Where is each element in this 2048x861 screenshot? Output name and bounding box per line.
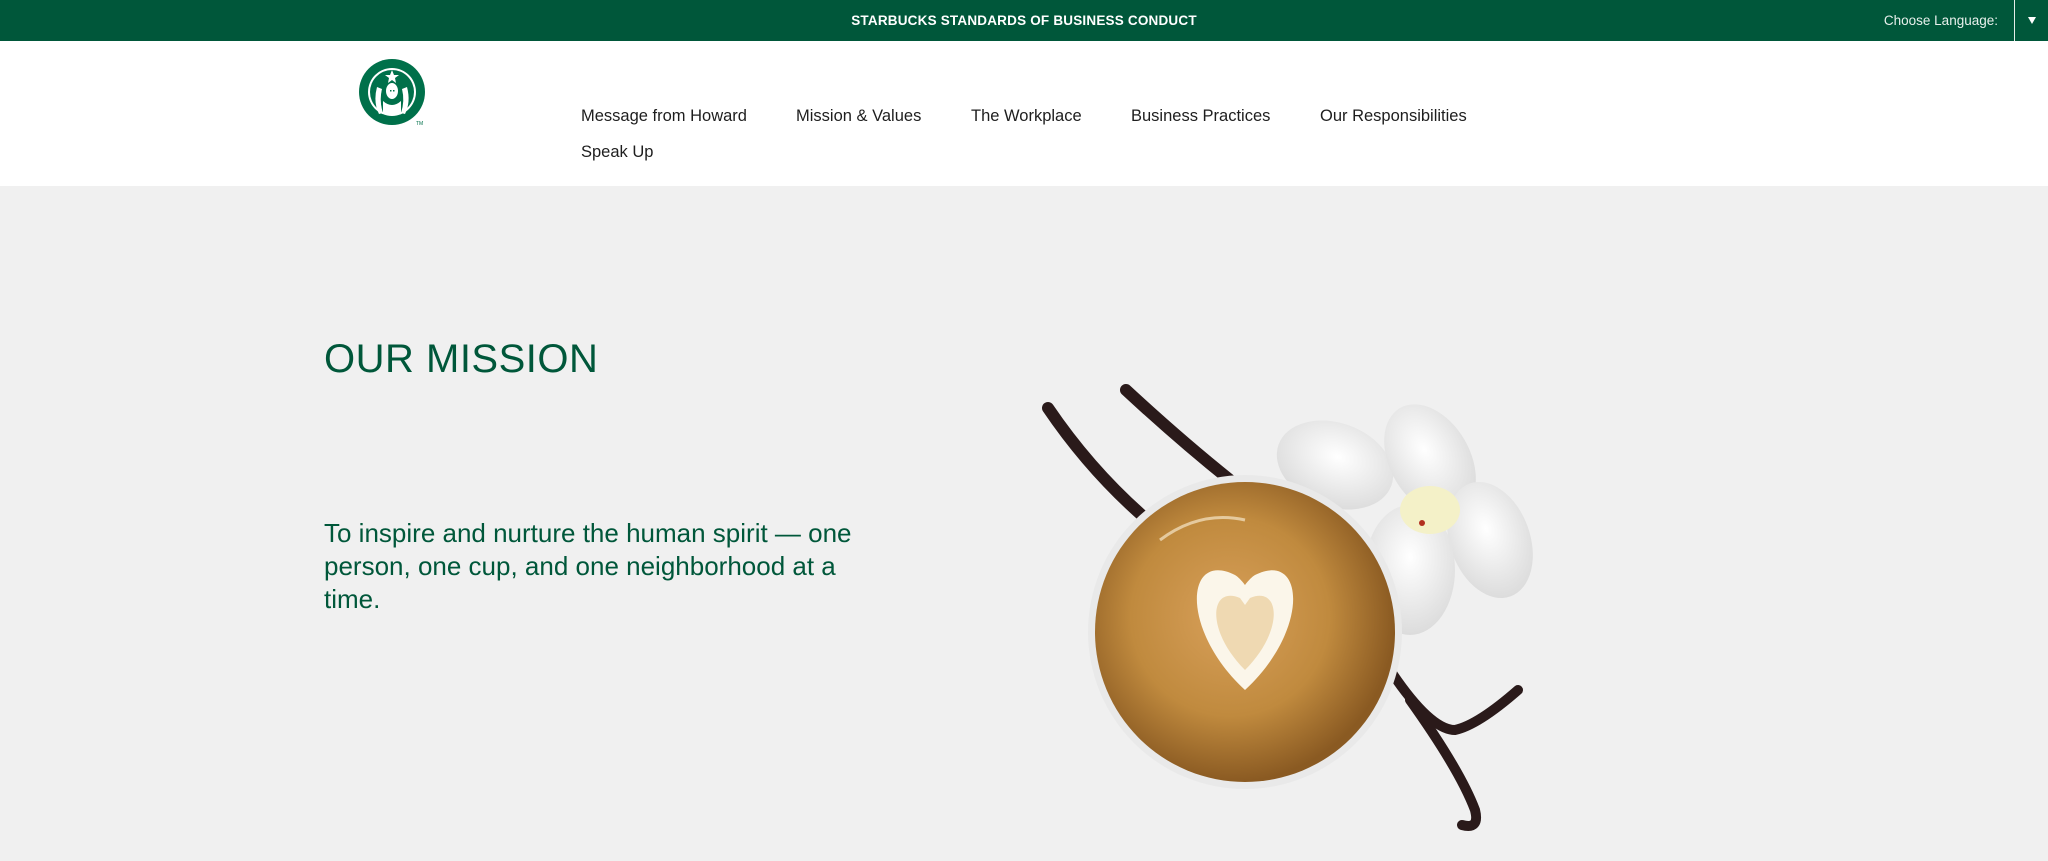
- nav-our-responsibilities[interactable]: Our Responsibilities: [1320, 107, 1467, 126]
- top-bar: STARBUCKS STANDARDS OF BUSINESS CONDUCT …: [0, 0, 2048, 41]
- site-title: STARBUCKS STANDARDS OF BUSINESS CONDUCT: [851, 13, 1197, 28]
- starbucks-logo-icon[interactable]: TM: [357, 57, 427, 127]
- nav-speak-up[interactable]: Speak Up: [581, 143, 653, 162]
- latte-vanilla-flower-image: [1042, 384, 1533, 831]
- choose-language-label: Choose Language:: [1883, 13, 1998, 28]
- mission-statement: To inspire and nurture the human spirit …: [324, 518, 852, 614]
- nav-business-practices[interactable]: Business Practices: [1131, 107, 1270, 126]
- nav-message-from-howard[interactable]: Message from Howard: [581, 107, 747, 126]
- svg-text:TM: TM: [416, 121, 423, 127]
- hero-title: OUR MISSION: [324, 337, 599, 381]
- language-dropdown-button[interactable]: [2014, 0, 2048, 41]
- nav-mission-values[interactable]: Mission & Values: [796, 107, 921, 126]
- site-header: TM Message from Howard Mission & Values …: [0, 41, 2048, 186]
- nav-the-workplace[interactable]: The Workplace: [971, 107, 1082, 126]
- caret-down-icon: [2027, 17, 2036, 24]
